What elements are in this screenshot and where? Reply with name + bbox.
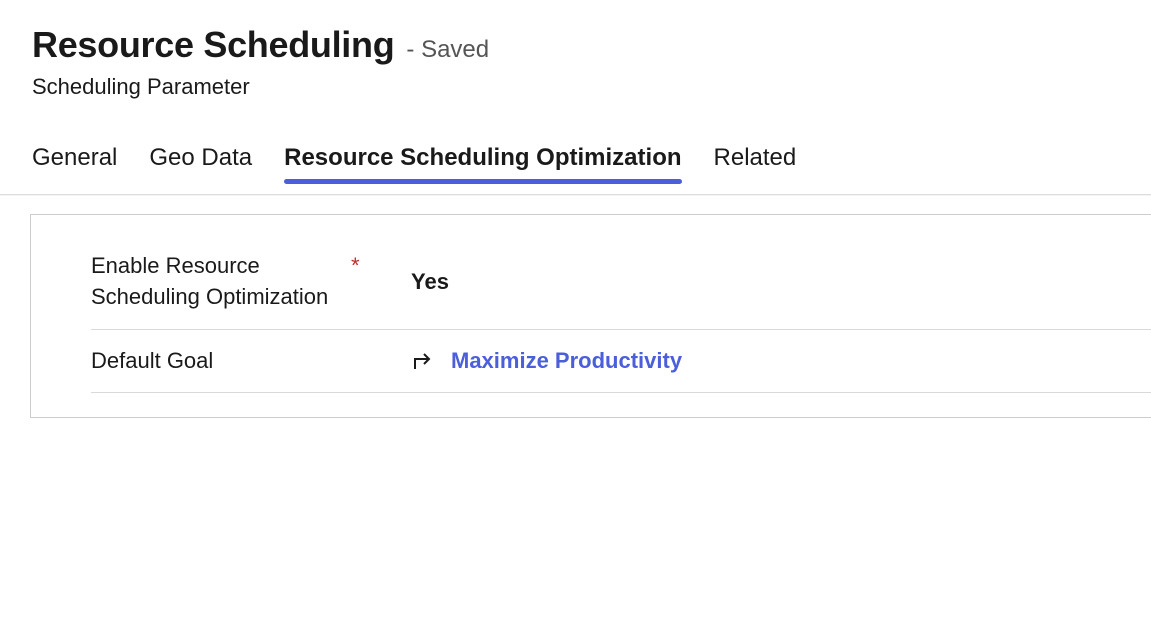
entity-subtitle: Scheduling Parameter bbox=[32, 74, 1119, 100]
form-card: Enable Resource Scheduling Optimization … bbox=[30, 214, 1151, 418]
tab-bar: General Geo Data Resource Scheduling Opt… bbox=[32, 140, 1119, 186]
tab-resource-scheduling-optimization[interactable]: Resource Scheduling Optimization bbox=[284, 140, 681, 176]
tab-general[interactable]: General bbox=[32, 140, 117, 176]
field-label-enable-rso: Enable Resource Scheduling Optimization bbox=[91, 251, 351, 313]
required-marker-empty bbox=[351, 346, 411, 348]
field-value-default-goal[interactable]: Maximize Productivity bbox=[411, 348, 682, 374]
save-status: - Saved bbox=[406, 36, 489, 64]
default-goal-link-text: Maximize Productivity bbox=[451, 348, 682, 374]
field-value-enable-rso[interactable]: Yes bbox=[411, 269, 449, 295]
page-title: Resource Scheduling bbox=[32, 24, 394, 66]
field-enable-rso: Enable Resource Scheduling Optimization … bbox=[91, 251, 1151, 330]
lookup-icon bbox=[411, 349, 437, 373]
field-default-goal: Default Goal Maximize Productivity bbox=[91, 330, 1151, 394]
tab-geo-data[interactable]: Geo Data bbox=[149, 140, 252, 176]
required-marker: * bbox=[351, 251, 411, 279]
tab-related[interactable]: Related bbox=[714, 140, 797, 176]
field-label-default-goal: Default Goal bbox=[91, 346, 351, 377]
